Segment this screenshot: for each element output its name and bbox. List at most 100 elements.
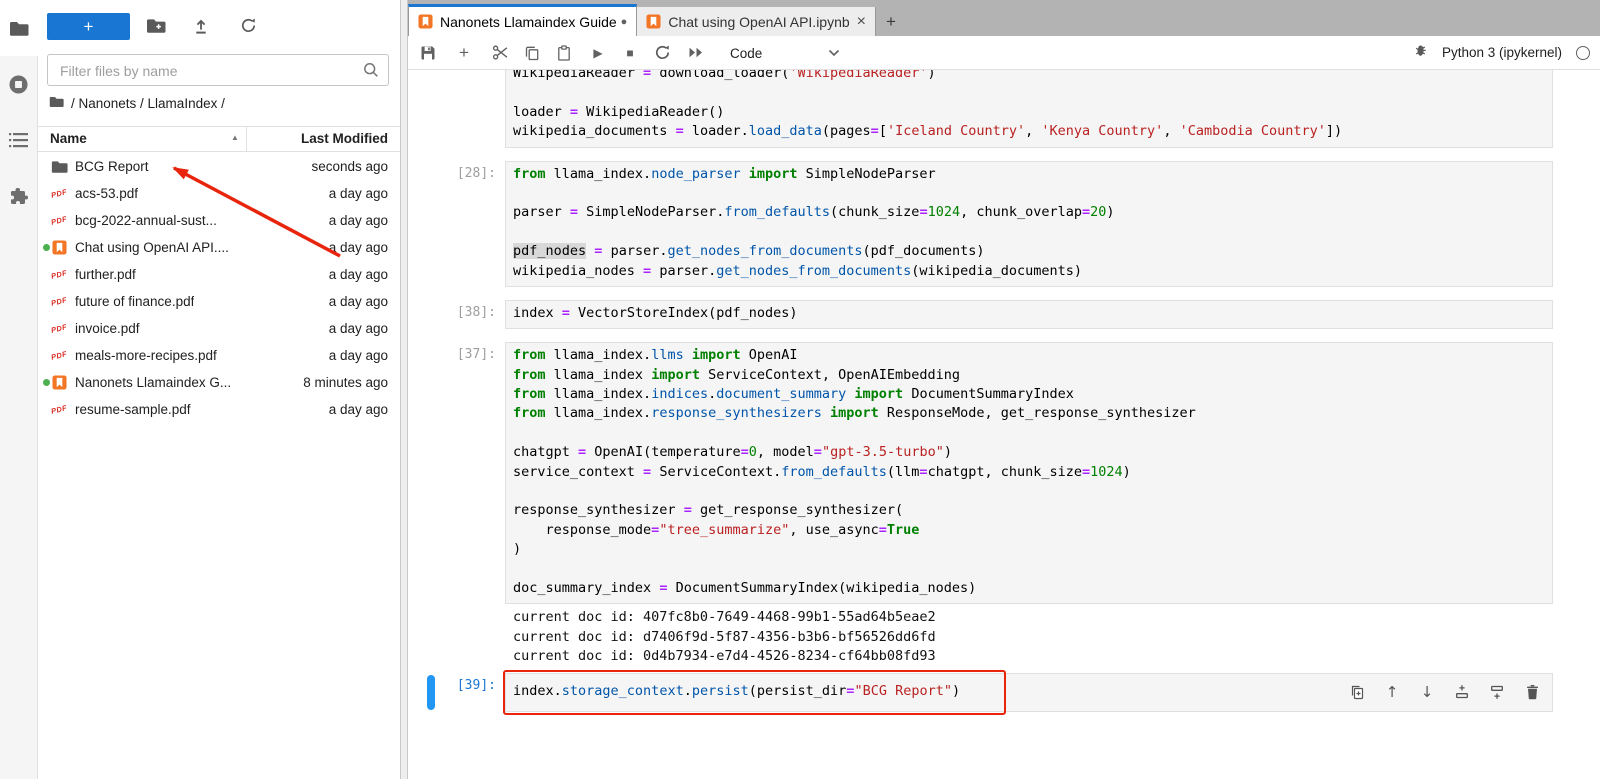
kernel-name[interactable]: Python 3 (ipykernel): [1442, 45, 1562, 60]
list-item[interactable]: PDF meals-more-recipes.pdf a day ago: [38, 342, 400, 369]
cell-editor[interactable]: index = VectorStoreIndex(pdf_nodes): [505, 300, 1553, 329]
notebook-toolbar: + ▶ ■ Code Python 3 (ipykernel): [408, 36, 1600, 70]
insert-cell-button[interactable]: +: [452, 36, 476, 69]
interrupt-kernel-button[interactable]: ■: [618, 36, 642, 69]
list-item[interactable]: PDFbcg-2022-annual-sust...a day ago: [38, 207, 400, 234]
cell-editor[interactable]: WikipediaReader = download_loader('Wikip…: [505, 70, 1553, 148]
file-name: invoice.pdf: [75, 321, 140, 336]
home-folder-icon[interactable]: [49, 96, 64, 111]
list-item[interactable]: PDFfurther.pdfa day ago: [38, 261, 400, 288]
run-cell-button[interactable]: ▶: [586, 36, 610, 69]
restart-and-run-all-button[interactable]: [684, 36, 708, 69]
delete-cell-button[interactable]: [1524, 684, 1540, 700]
file-filter: [47, 54, 389, 86]
list-item[interactable]: PDFfuture of finance.pdfa day ago: [38, 288, 400, 315]
copy-cells-button[interactable]: [520, 36, 544, 69]
save-button[interactable]: [416, 36, 440, 69]
new-folder-button[interactable]: [145, 16, 167, 38]
refresh-button[interactable]: [237, 16, 259, 38]
plus-icon: +: [84, 18, 94, 35]
file-modified: a day ago: [329, 321, 388, 336]
list-icon: [9, 132, 29, 148]
cell-actions-toolbar: ↑↓: [1349, 684, 1540, 700]
cell-prompt: [38]:: [408, 300, 505, 329]
restart-kernel-button[interactable]: [650, 36, 674, 69]
cell-prompt: [39]:: [408, 673, 505, 712]
tab-chat-using-openai-api[interactable]: Chat using OpenAI API.ipynb ×: [637, 7, 876, 36]
sort-ascending-icon[interactable]: ▲: [231, 133, 239, 142]
sidebar-item-extensions[interactable]: [0, 168, 37, 224]
tab-nanonets-llamaindex-guide[interactable]: Nanonets Llamaindex Guide ●: [408, 4, 637, 36]
duplicate-cell-button[interactable]: [1349, 684, 1365, 700]
column-header-last-modified[interactable]: Last Modified: [301, 131, 388, 146]
stop-circle-icon: [8, 74, 29, 95]
notebook-cells: WikipediaReader = download_loader('Wikip…: [408, 70, 1600, 712]
list-item[interactable]: PDFacs-53.pdfa day ago: [38, 180, 400, 207]
notebook-icon: [646, 14, 661, 29]
pdf-icon: PDF: [49, 349, 69, 362]
file-name: Chat using OpenAI API....: [75, 240, 229, 255]
new-launcher-button[interactable]: +: [47, 13, 130, 40]
notebook-icon: [50, 240, 68, 255]
move-cell-down-button[interactable]: ↓: [1419, 684, 1435, 700]
cut-cells-button[interactable]: [488, 36, 512, 69]
cell-prompt: [408, 70, 505, 148]
activity-bar: [0, 0, 38, 779]
sidebar-item-running-sessions[interactable]: [0, 56, 37, 112]
list-item[interactable]: PDFinvoice.pdfa day ago: [38, 315, 400, 342]
insert-cell-above-button[interactable]: [1454, 684, 1470, 700]
upload-button[interactable]: [190, 16, 212, 38]
sidebar-resize-handle[interactable]: [400, 0, 408, 779]
file-list: BCG Reportseconds agoPDFacs-53.pdfa day …: [38, 153, 400, 423]
file-name: resume-sample.pdf: [75, 402, 191, 417]
cell-output: current doc id: 407fc8b0-7649-4468-99b1-…: [505, 604, 1600, 667]
file-modified: 8 minutes ago: [303, 375, 388, 390]
list-item[interactable]: PDFresume-sample.pdfa day ago: [38, 396, 400, 423]
cell-editor[interactable]: index.storage_context.persist(persist_di…: [505, 673, 1553, 712]
active-cell-indicator[interactable]: [427, 675, 435, 710]
file-modified: a day ago: [329, 348, 388, 363]
close-tab-icon[interactable]: ×: [857, 14, 866, 30]
new-tab-button[interactable]: +: [876, 7, 906, 36]
column-header-name[interactable]: Name: [50, 131, 87, 146]
filter-files-input[interactable]: [58, 55, 357, 87]
tab-bar: Nanonets Llamaindex Guide ● Chat using O…: [408, 0, 1600, 36]
list-item[interactable]: BCG Reportseconds ago: [38, 153, 400, 180]
cell-editor[interactable]: from llama_index.llms import OpenAIfrom …: [505, 342, 1553, 604]
cell-editor[interactable]: from llama_index.node_parser import Simp…: [505, 161, 1553, 287]
column-divider: [246, 127, 247, 151]
folder-plus-icon: [146, 18, 166, 37]
insert-cell-below-button[interactable]: [1489, 684, 1505, 700]
list-item[interactable]: Chat using OpenAI API....a day ago: [38, 234, 400, 261]
kernel-running-dot: [43, 244, 50, 251]
file-modified: a day ago: [329, 294, 388, 309]
cell-type-dropdown[interactable]: Code: [730, 43, 840, 63]
notebook-cell[interactable]: [28]:from llama_index.node_parser import…: [408, 161, 1600, 287]
breadcrumb[interactable]: / Nanonets / LlamaIndex /: [49, 96, 225, 111]
sidebar-item-file-browser[interactable]: [0, 0, 38, 56]
kernel-status-icon[interactable]: [1576, 46, 1590, 60]
file-name: Nanonets Llamaindex G...: [75, 375, 231, 390]
file-name: meals-more-recipes.pdf: [75, 348, 217, 363]
list-item[interactable]: Nanonets Llamaindex G... 8 minutes ago: [38, 369, 400, 396]
notebook-cell[interactable]: [37]:from llama_index.llms import OpenAI…: [408, 342, 1600, 604]
bug-icon[interactable]: [1413, 44, 1428, 62]
sidebar-item-table-of-contents[interactable]: [0, 112, 37, 168]
jupyterlab-window: + / Nanonets / LlamaIndex / Name ▲ Last …: [0, 0, 1600, 779]
puzzle-icon: [9, 186, 29, 206]
notebook-cell[interactable]: [38]:index = VectorStoreIndex(pdf_nodes): [408, 300, 1600, 329]
notebook-cell[interactable]: WikipediaReader = download_loader('Wikip…: [408, 70, 1600, 148]
search-icon: [362, 61, 380, 82]
notebook-scroll-area[interactable]: WikipediaReader = download_loader('Wikip…: [408, 70, 1600, 779]
chevron-down-icon: [828, 49, 840, 57]
breadcrumb-path[interactable]: / Nanonets / LlamaIndex /: [71, 96, 225, 111]
tab-label: Chat using OpenAI API.ipynb: [668, 14, 849, 30]
plus-icon: +: [459, 43, 469, 63]
tab-label: Nanonets Llamaindex Guide: [440, 14, 617, 30]
move-cell-up-button[interactable]: ↑: [1384, 684, 1400, 700]
file-modified: a day ago: [329, 186, 388, 201]
paste-cells-button[interactable]: [552, 36, 576, 69]
file-modified: a day ago: [329, 267, 388, 282]
notebook-cell[interactable]: [39]:index.storage_context.persist(persi…: [408, 673, 1600, 712]
upload-icon: [192, 17, 210, 38]
